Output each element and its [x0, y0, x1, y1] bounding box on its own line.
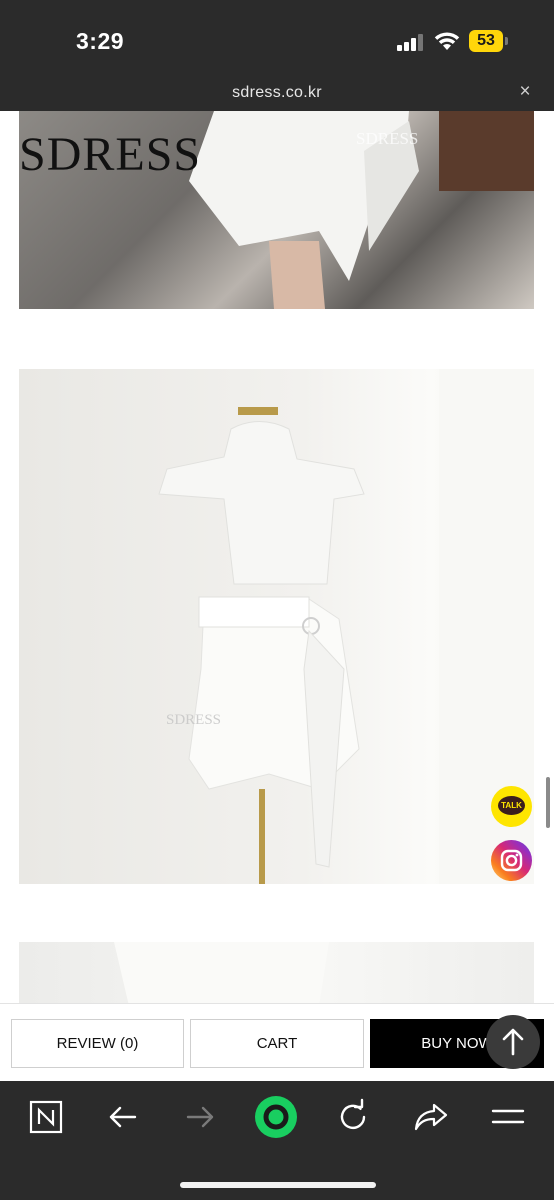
reload-icon[interactable] [331, 1095, 375, 1139]
instagram-button[interactable] [491, 840, 532, 881]
cart-button[interactable]: CART [190, 1019, 364, 1068]
close-icon[interactable]: × [517, 82, 533, 101]
url-bar[interactable]: sdress.co.kr [0, 84, 554, 102]
wifi-icon [434, 32, 460, 50]
battery-nub [505, 37, 508, 45]
dress-on-mannequin-graphic [158, 369, 534, 884]
watermark: SDRESS [356, 129, 419, 148]
share-icon[interactable] [409, 1095, 453, 1139]
arrow-up-icon [502, 1028, 524, 1056]
status-time: 3:29 [76, 28, 125, 54]
product-image-1: SDRESS SDRESS [19, 111, 534, 309]
naver-n-icon[interactable] [24, 1095, 68, 1139]
top-bar: 3:29 53 sdress.co.kr × [0, 0, 554, 111]
kakaotalk-button[interactable]: TALK [491, 786, 532, 827]
product-image-3 [19, 942, 534, 1006]
home-indicator [180, 1182, 376, 1188]
back-arrow-icon[interactable] [101, 1095, 145, 1139]
menu-icon[interactable] [486, 1095, 530, 1139]
battery-indicator: 53 [469, 30, 503, 52]
green-dot-icon[interactable] [254, 1095, 298, 1139]
brand-logo: SDRESS [19, 128, 202, 181]
watermark: SDRESS [166, 712, 222, 728]
dress-top-graphic [114, 942, 329, 1006]
scrollbar-thumb[interactable] [546, 777, 550, 828]
talk-icon: TALK [498, 796, 525, 815]
cellular-signal-icon [397, 33, 425, 51]
forward-arrow-icon[interactable] [178, 1095, 222, 1139]
product-image-2: SDRESS [19, 369, 534, 884]
product-action-bar: REVIEW (0) CART BUY NOW [0, 1003, 554, 1081]
scroll-to-top-button[interactable] [486, 1015, 540, 1069]
review-button[interactable]: REVIEW (0) [11, 1019, 184, 1068]
instagram-icon [500, 849, 523, 872]
